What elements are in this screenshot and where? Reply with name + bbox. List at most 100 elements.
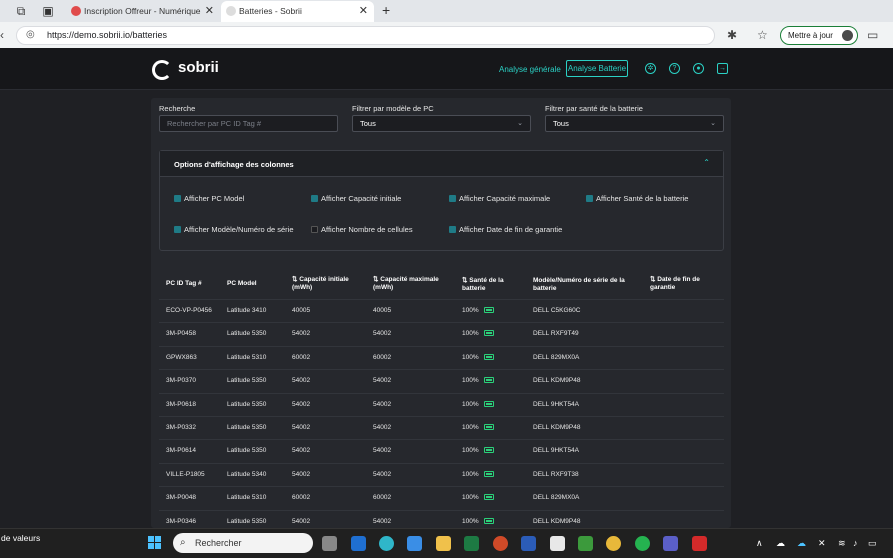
update-button[interactable]: Mettre à jour bbox=[780, 26, 858, 45]
file-explorer-icon[interactable] bbox=[436, 536, 451, 551]
option-nombre-cellules[interactable]: Afficher Nombre de cellules bbox=[311, 225, 413, 234]
table-cell: 3M-P0458 bbox=[166, 330, 196, 337]
powerpoint-icon[interactable] bbox=[493, 536, 508, 551]
tray-chevron-icon[interactable]: ∧ bbox=[756, 538, 763, 549]
table-cell: DELL 9HKT54A bbox=[533, 447, 579, 454]
header-sante-batterie[interactable]: ⇅ Santé de la batterie bbox=[462, 277, 524, 293]
battery-full-icon bbox=[483, 353, 494, 360]
checkbox-checked[interactable] bbox=[311, 195, 318, 202]
cell-text: DELL 829MX0A bbox=[533, 353, 580, 361]
workspaces-icon[interactable]: ⧉ bbox=[13, 3, 29, 19]
table-cell: 100% bbox=[462, 330, 494, 337]
close-tab-icon[interactable]: ✕ bbox=[205, 1, 214, 21]
cell-text: Latitude 5350 bbox=[227, 400, 267, 408]
table-row[interactable]: 3M-P0332 Latitude 5350 54002 54002 100% DELL … bbox=[159, 416, 724, 439]
outlook-icon[interactable] bbox=[351, 536, 366, 551]
tab-actions-icon[interactable]: ▣ bbox=[40, 3, 56, 19]
search-input[interactable]: Rechercher par PC ID Tag # bbox=[159, 115, 338, 132]
column-options-header[interactable]: Options d'affichage des colonnes ⌃ bbox=[160, 151, 723, 177]
browser-chrome: ⧉ ▣ Inscription Offreur - Numérique ✕ Ba… bbox=[0, 0, 893, 48]
checkbox-checked[interactable] bbox=[586, 195, 593, 202]
edge-icon[interactable] bbox=[379, 536, 394, 551]
address-bar[interactable]: ◎ https://demo.sobrii.io/batteries bbox=[16, 26, 715, 45]
whatsapp-icon[interactable] bbox=[635, 536, 650, 551]
table-row[interactable]: 3M-P0618 Latitude 5350 54002 54002 100% DELL … bbox=[159, 392, 724, 416]
table-row[interactable]: VILLE-P1805 Latitude 5340 54002 54002 100% DE… bbox=[159, 462, 724, 486]
sobrii-logo-icon[interactable] bbox=[152, 60, 172, 80]
table-row[interactable]: GPWX863 Latitude 5310 60002 60002 100% DELL 8… bbox=[159, 345, 724, 369]
chevron-down-icon: ⌄ bbox=[517, 120, 523, 127]
option-modele-serie[interactable]: Afficher Modèle/Numéro de série bbox=[174, 225, 294, 234]
table-row[interactable]: 3M-P0370 Latitude 5350 54002 54002 100% DELL … bbox=[159, 369, 724, 392]
chevron-down-icon: ⌄ bbox=[710, 120, 716, 127]
option-date-garantie[interactable]: Afficher Date de fin de garantie bbox=[449, 225, 562, 234]
health-filter-select[interactable]: Tous ⌄ bbox=[545, 115, 724, 132]
option-capacite-maximale[interactable]: Afficher Capacité maximale bbox=[449, 194, 550, 203]
column-options-title: Options d'affichage des colonnes bbox=[174, 160, 294, 169]
checkbox-unchecked[interactable] bbox=[311, 226, 318, 233]
cell-text: 60002 bbox=[373, 353, 392, 361]
help-icon[interactable]: ? bbox=[669, 63, 680, 74]
wifi-icon[interactable]: ≋ bbox=[838, 538, 846, 549]
cell-text: 54002 bbox=[292, 330, 311, 338]
option-pc-model[interactable]: Afficher PC Model bbox=[174, 194, 244, 203]
header-capacite-initiale[interactable]: ⇅ Capacité initiale (mWh) bbox=[292, 276, 367, 292]
nav-analyse-generale[interactable]: Analyse générale bbox=[499, 65, 561, 74]
screen-share-icon[interactable]: ▭ bbox=[867, 28, 878, 42]
table-row[interactable]: 3M-P0048 Latitude 5310 60002 60002 100% DELL … bbox=[159, 486, 724, 509]
app-header bbox=[0, 48, 893, 90]
logout-icon[interactable]: → bbox=[717, 63, 728, 74]
header-capacite-maximale[interactable]: ⇅ Capacité maximale (mWh) bbox=[373, 276, 453, 292]
mic-muted-icon[interactable]: ✕ bbox=[818, 538, 826, 549]
nav-analyse-batterie[interactable]: Analyse Batterie bbox=[566, 60, 628, 77]
checkbox-checked[interactable] bbox=[174, 226, 181, 233]
task-view-icon[interactable] bbox=[322, 536, 337, 551]
snipping-tool-icon[interactable] bbox=[550, 536, 565, 551]
chevron-up-icon[interactable]: ⌃ bbox=[703, 158, 710, 167]
tab-batteries[interactable]: Batteries - Sobrii ✕ bbox=[221, 1, 374, 22]
option-capacite-initiale[interactable]: Afficher Capacité initiale bbox=[311, 194, 401, 203]
cell-text: DELL C5KG60C bbox=[533, 307, 581, 314]
new-tab-icon[interactable]: + bbox=[382, 2, 390, 18]
checkbox-checked[interactable] bbox=[449, 226, 456, 233]
acrobat-icon[interactable] bbox=[692, 536, 707, 551]
onedrive-business-icon[interactable]: ☁ bbox=[797, 538, 806, 549]
table-cell: 40005 bbox=[373, 307, 391, 314]
extensions-icon[interactable]: ✱ bbox=[727, 28, 737, 42]
volume-icon[interactable]: ♪ bbox=[853, 538, 858, 548]
table-cell: DELL 9HKT54A bbox=[533, 401, 579, 408]
checkbox-checked[interactable] bbox=[174, 195, 181, 202]
header-pc-id-tag[interactable]: PC ID Tag # bbox=[166, 280, 221, 288]
taskbar-widget-text[interactable]: de valeurs bbox=[1, 533, 40, 543]
project-icon[interactable] bbox=[578, 536, 593, 551]
battery-icon[interactable]: ▭ bbox=[868, 538, 877, 549]
logo-text[interactable]: sobrii bbox=[178, 59, 219, 76]
table-row[interactable]: 3M-P0614 Latitude 5350 54002 54002 100% DELL … bbox=[159, 439, 724, 462]
excel-icon[interactable] bbox=[464, 536, 479, 551]
onedrive-icon[interactable]: ☁ bbox=[776, 538, 785, 549]
table-row[interactable]: ECO-VP-P0456 Latitude 3410 40005 40005 100% D… bbox=[159, 299, 724, 322]
table-cell: DELL KDM9P48 bbox=[533, 377, 580, 384]
close-tab-icon[interactable]: ✕ bbox=[359, 1, 368, 21]
header-date-garantie[interactable]: ⇅ Date de fin de garantie bbox=[650, 276, 720, 292]
store-icon[interactable] bbox=[407, 536, 422, 551]
tab-inscription[interactable]: Inscription Offreur - Numérique ✕ bbox=[66, 1, 220, 22]
cell-text: DELL 9HKT54A bbox=[533, 400, 580, 408]
option-sante-batterie[interactable]: Afficher Santé de la batterie bbox=[586, 194, 688, 203]
word-icon[interactable] bbox=[521, 536, 536, 551]
checkbox-checked[interactable] bbox=[449, 195, 456, 202]
windows-start-icon[interactable] bbox=[148, 536, 162, 550]
cell-text: 100% bbox=[462, 424, 479, 431]
teams-icon[interactable] bbox=[663, 536, 678, 551]
chrome-icon[interactable] bbox=[606, 536, 621, 551]
user-icon[interactable]: ● bbox=[693, 63, 704, 74]
table-row[interactable]: 3M-P0458 Latitude 5350 54002 54002 100% DELL … bbox=[159, 322, 724, 345]
settings-icon[interactable]: ✲ bbox=[645, 63, 656, 74]
taskbar-search[interactable]: ⌕ Rechercher bbox=[173, 533, 313, 553]
table-cell: VILLE-P1805 bbox=[166, 471, 205, 478]
table-cell: 54002 bbox=[292, 447, 310, 454]
model-filter-select[interactable]: Tous ⌄ bbox=[352, 115, 531, 132]
back-icon[interactable]: ‹ bbox=[0, 28, 4, 42]
header-pc-model[interactable]: PC Model bbox=[227, 280, 287, 288]
favorites-icon[interactable]: ☆ bbox=[757, 28, 768, 42]
